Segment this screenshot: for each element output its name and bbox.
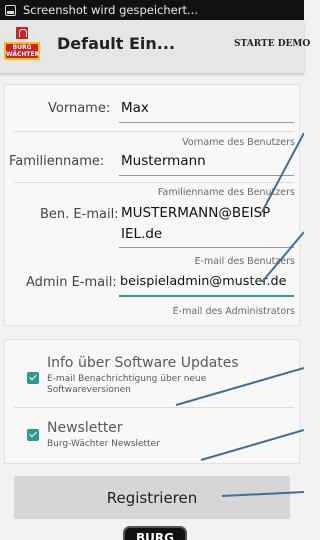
- page-title: Default Ein...: [57, 34, 176, 53]
- admin-email-underline: [119, 295, 294, 297]
- app-bar: BURG WÄCHTER Default Ein... STARTE DEMO: [0, 20, 310, 74]
- status-text: Screenshot wird gespeichert...: [23, 3, 198, 17]
- logo-text-line2: WÄCHTER: [6, 50, 40, 58]
- lock-icon: [16, 27, 28, 39]
- first-name-underline: [119, 122, 294, 123]
- bottom-burg-logo: BURG: [123, 526, 187, 540]
- burg-waechter-logo: BURG WÄCHTER: [4, 24, 40, 60]
- first-name-input[interactable]: Max: [121, 100, 149, 116]
- newsletter-title: Newsletter: [47, 420, 123, 436]
- newsletter-description: Burg-Wächter Newsletter: [47, 439, 160, 449]
- updates-checkbox[interactable]: [27, 372, 39, 384]
- user-email-hint: E-mail des Benutzers: [194, 256, 295, 267]
- updates-title: Info über Software Updates: [47, 355, 239, 371]
- first-name-label: Vorname:: [48, 101, 111, 116]
- admin-email-label: Admin E-mail:: [26, 275, 117, 290]
- register-button[interactable]: Registrieren: [14, 476, 290, 519]
- screenshot-icon: [5, 4, 16, 16]
- last-name-underline: [119, 175, 294, 176]
- user-email-input[interactable]: MUSTERMANN@BEISPIEL.de: [121, 203, 271, 245]
- status-bar: Screenshot wird gespeichert...: [0, 0, 304, 20]
- start-demo-button[interactable]: STARTE DEMO: [234, 39, 310, 49]
- last-name-hint: Familienname des Benutzers: [157, 187, 295, 198]
- last-name-input[interactable]: Mustermann: [121, 153, 206, 169]
- first-name-hint: Vorname des Benutzers: [182, 137, 295, 148]
- newsletter-checkbox[interactable]: [27, 429, 39, 441]
- user-email-label: Ben. E-mail:: [40, 207, 119, 222]
- admin-email-input[interactable]: beispieladmin@muster.de: [120, 274, 287, 289]
- admin-email-hint: E-mail des Administrators: [172, 306, 295, 317]
- last-name-label: Familienname:: [9, 154, 105, 169]
- user-email-underline: [119, 247, 294, 248]
- updates-description: E-mail Benachrichtigung über neue Softwa…: [47, 374, 207, 395]
